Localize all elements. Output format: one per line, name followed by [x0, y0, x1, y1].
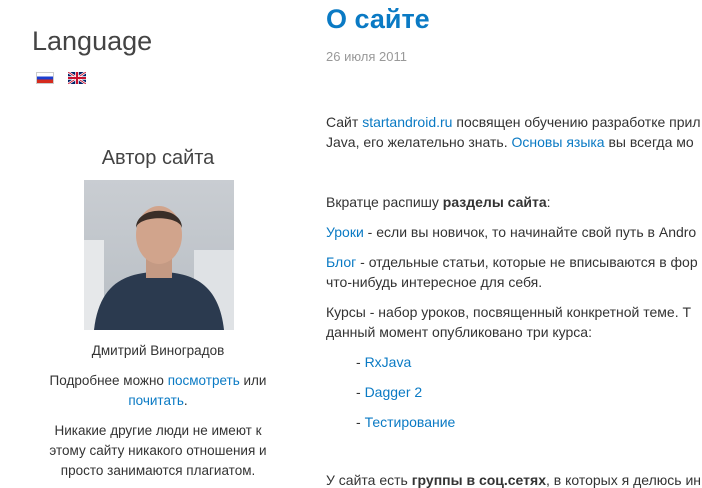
post-title[interactable]: О сайте	[326, 4, 430, 35]
author-name: Дмитрий Виноградов	[91, 343, 225, 358]
course-dagger-link[interactable]: Dagger 2	[365, 384, 423, 400]
lessons-link[interactable]: Уроки	[326, 224, 364, 240]
read-link[interactable]: почитать	[128, 393, 184, 408]
startandroid-link[interactable]: startandroid.ru	[362, 114, 452, 130]
more-prefix: Подробнее можно	[49, 373, 164, 388]
text: - отдельные статьи, которые не вписывают…	[356, 254, 698, 270]
flag-uk-icon[interactable]	[68, 72, 86, 84]
text: Вкратце распишу	[326, 194, 443, 210]
disclaimer-line: Никакие другие люди не имеют к	[54, 423, 262, 438]
text: Java, его желательно знать.	[326, 134, 512, 150]
more-suffix: .	[183, 393, 188, 408]
more-text-2: почитать.	[0, 393, 316, 408]
author-photo	[84, 180, 234, 330]
blog-link[interactable]: Блог	[326, 254, 356, 270]
intro-line-2: Java, его желательно знать. Основы языка…	[326, 134, 694, 150]
dash: -	[356, 384, 365, 400]
text: вы всегда мо	[604, 134, 694, 150]
social-line: У сайта есть группы в соц.сетях, в котор…	[326, 472, 701, 488]
text: - если вы новичок, то начинайте свой пут…	[363, 224, 697, 240]
course-item: - Dagger 2	[356, 384, 422, 400]
text: У сайта есть	[326, 472, 412, 488]
more-mid: или	[243, 373, 267, 388]
more-text: Подробнее можно посмотреть или	[0, 373, 316, 388]
text: Сайт	[326, 114, 363, 130]
author-title: Автор сайта	[101, 147, 215, 169]
disclaimer-line: этому сайту никакого отношения и	[49, 443, 267, 458]
disclaimer-line: просто занимаются плагиатом.	[60, 463, 256, 478]
java-basics-link[interactable]: Основы языка	[512, 134, 605, 150]
intro-line-1: Сайт startandroid.ru посвящен обучению р…	[326, 114, 701, 130]
dash: -	[356, 414, 365, 430]
sections-intro: Вкратце распишу разделы сайта:	[326, 194, 551, 210]
lessons-line: Уроки - если вы новичок, то начинайте св…	[326, 224, 696, 240]
text: , в которых я делюсь ин	[545, 472, 701, 488]
courses-line: Курсы - набор уроков, посвященный конкре…	[326, 304, 692, 320]
dash: -	[356, 354, 365, 370]
course-rxjava-link[interactable]: RxJava	[365, 354, 412, 370]
text: посвящен обучению разработке прил	[452, 114, 701, 130]
flag-ru-icon[interactable]	[36, 72, 54, 84]
course-item: - Тестирование	[356, 414, 455, 430]
bold-text: группы в соц.сетях	[411, 472, 546, 488]
blog-line: Блог - отдельные статьи, которые не впис…	[326, 254, 698, 270]
course-item: - RxJava	[356, 354, 411, 370]
course-testing-link[interactable]: Тестирование	[365, 414, 456, 430]
text: :	[546, 194, 551, 210]
blog-line-2: что-нибудь интересное для себя.	[326, 274, 543, 290]
bold-text: разделы сайта	[442, 194, 547, 210]
language-title: Language	[32, 26, 153, 56]
courses-line-2: данный момент опубликовано три курса:	[326, 324, 592, 340]
view-link[interactable]: посмотреть	[168, 373, 240, 388]
post-date: 26 июля 2011	[326, 49, 407, 64]
